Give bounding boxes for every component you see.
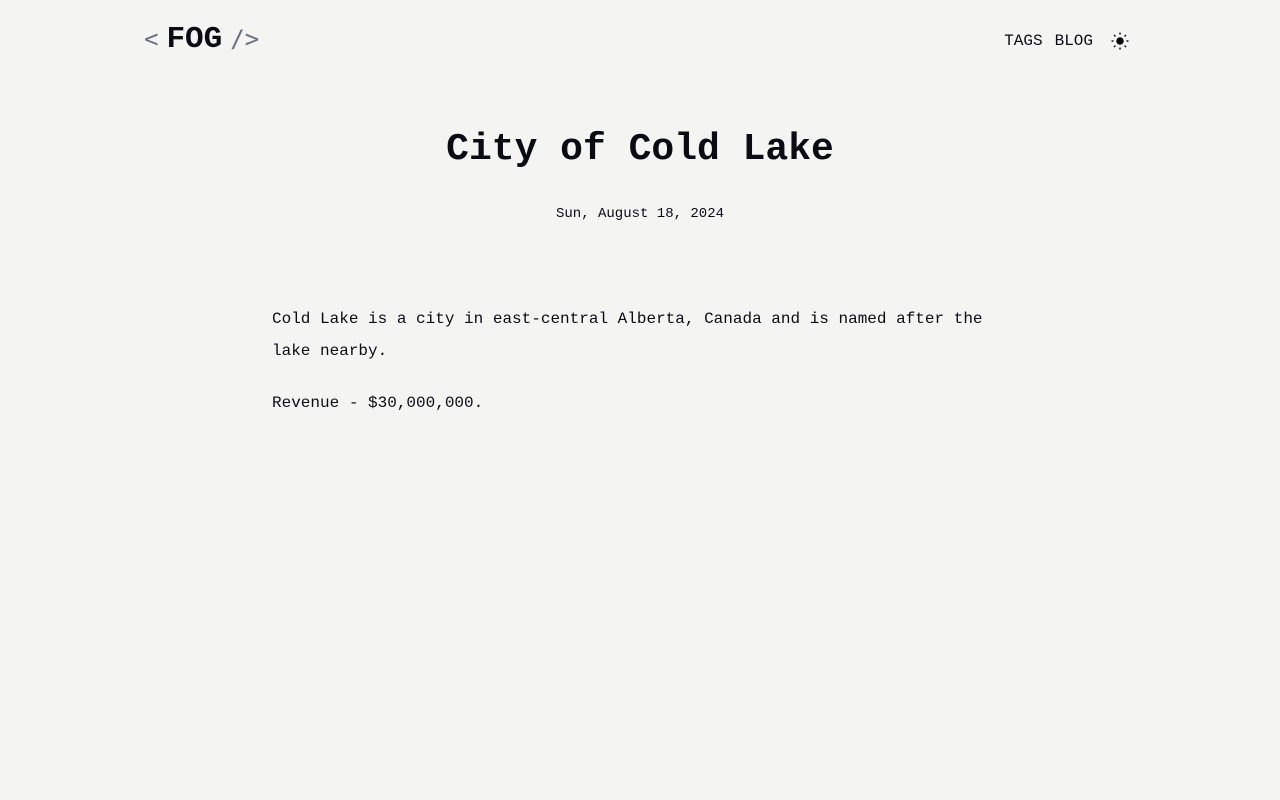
site-logo[interactable]: < FOG /> [144, 22, 259, 57]
nav-link-tags[interactable]: TAGS [1004, 31, 1042, 51]
post-title: City of Cold Lake [446, 128, 834, 171]
post-content: Cold Lake is a city in east-central Albe… [272, 303, 1002, 439]
site-header: < FOG /> TAGS BLOG [0, 0, 1280, 84]
main-nav: TAGS BLOG [992, 31, 1130, 51]
post-paragraph: Cold Lake is a city in east-central Albe… [272, 310, 983, 360]
sun-icon [1111, 32, 1129, 50]
post-date: Sun, August 18, 2024 [555, 206, 725, 222]
post-paragraph: Revenue - $30,000,000. [272, 394, 484, 412]
logo-close-bracket: /> [230, 25, 260, 53]
logo-name: FOG [166, 22, 223, 57]
logo-open-bracket: < [144, 25, 159, 53]
nav-link-blog[interactable]: BLOG [1055, 31, 1093, 51]
theme-toggle-button[interactable] [1110, 31, 1130, 51]
